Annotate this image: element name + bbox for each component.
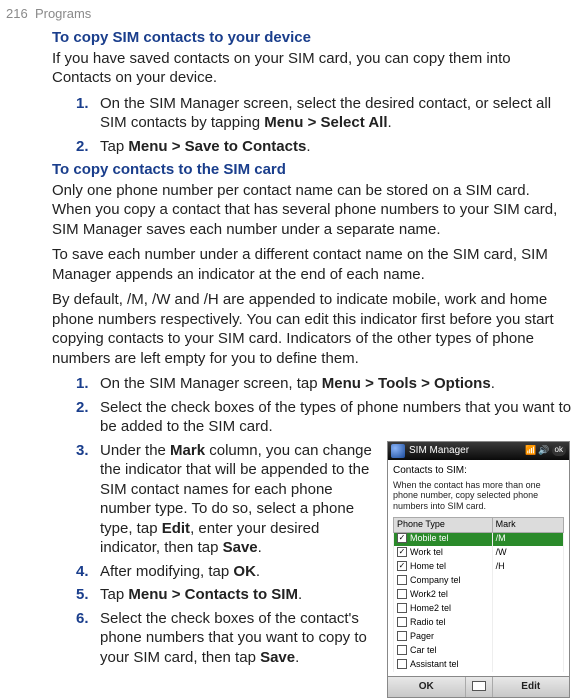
table-row[interactable]: Work2 tel	[394, 588, 564, 602]
checkbox[interactable]	[397, 631, 407, 641]
phone-type-label: Car tel	[410, 645, 437, 655]
checkbox[interactable]	[397, 659, 407, 669]
list-item: 5. Tap Menu > Contacts to SIM.	[76, 585, 377, 605]
para: Only one phone number per contact name c…	[52, 181, 572, 240]
mark-value	[492, 602, 563, 616]
mark-value	[492, 616, 563, 630]
list-number: 2.	[76, 137, 100, 157]
checkbox[interactable]	[397, 645, 407, 655]
col-mark[interactable]: Mark	[492, 517, 563, 532]
list-text: Under the Mark column, you can change th…	[100, 441, 377, 558]
list-number: 6.	[76, 609, 100, 668]
checkbox[interactable]	[397, 547, 407, 557]
mark-value: /W	[492, 546, 563, 560]
section-name: Programs	[35, 6, 91, 21]
volume-icon: 🔊	[538, 445, 549, 457]
heading-copy-to-sim: To copy contacts to the SIM card	[52, 160, 572, 180]
list-text: On the SIM Manager screen, select the de…	[100, 94, 572, 133]
list-text: On the SIM Manager screen, tap Menu > To…	[100, 374, 572, 394]
list-text: Select the check boxes of the contact's …	[100, 609, 377, 668]
para: By default, /M, /W and /H are appended t…	[52, 290, 572, 368]
para: To save each number under a different co…	[52, 245, 572, 284]
page-content: To copy SIM contacts to your device If y…	[52, 24, 572, 698]
phone-type-label: Work2 tel	[410, 589, 448, 599]
dialog-subtitle: Contacts to SIM:	[393, 464, 564, 477]
device-screenshot: SIM Manager 📶 🔊 ok Contacts to SIM: When…	[387, 441, 572, 699]
list-number: 1.	[76, 94, 100, 133]
phone-type-label: Radio tel	[410, 617, 446, 627]
ok-button[interactable]: ok	[552, 445, 566, 457]
dialog-description: When the contact has more than one phone…	[393, 480, 564, 512]
phone-type-label: Work tel	[410, 547, 443, 557]
checkbox[interactable]	[397, 561, 407, 571]
table-row[interactable]: Assistant tel	[394, 658, 564, 672]
intro-para-1: If you have saved contacts on your SIM c…	[52, 49, 572, 88]
softkey-ok[interactable]: OK	[388, 677, 465, 697]
phone-type-label: Mobile tel	[410, 533, 449, 543]
table-row[interactable]: Company tel	[394, 574, 564, 588]
list-number: 3.	[76, 441, 100, 558]
list-item: 3. Under the Mark column, you can change…	[76, 441, 377, 558]
list-item: 1. On the SIM Manager screen, tap Menu >…	[76, 374, 572, 394]
table-row[interactable]: Radio tel	[394, 616, 564, 630]
table-row[interactable]: Pager	[394, 630, 564, 644]
list-item: 1. On the SIM Manager screen, select the…	[76, 94, 572, 133]
checkbox[interactable]	[397, 603, 407, 613]
list-item: 2. Select the check boxes of the types o…	[76, 398, 572, 437]
phone-type-label: Home tel	[410, 561, 446, 571]
phone-type-label: Assistant tel	[410, 659, 459, 669]
softkey-bar: OK Edit	[388, 676, 569, 697]
table-row[interactable]: Work tel/W	[394, 546, 564, 560]
mark-value	[492, 630, 563, 644]
mark-value: /H	[492, 560, 563, 574]
table-row[interactable]: Car tel	[394, 644, 564, 658]
mark-value	[492, 588, 563, 602]
table-row[interactable]: Home2 tel	[394, 602, 564, 616]
mark-value	[492, 574, 563, 588]
checkbox[interactable]	[397, 575, 407, 585]
list-2-cont: 3. Under the Mark column, you can change…	[52, 441, 377, 699]
list-item: 2. Tap Menu > Save to Contacts.	[76, 137, 572, 157]
window-title: SIM Manager	[409, 444, 469, 457]
list-text: Tap Menu > Save to Contacts.	[100, 137, 572, 157]
list-2: 1. On the SIM Manager screen, tap Menu >…	[52, 374, 572, 437]
list-number: 1.	[76, 374, 100, 394]
mark-value	[492, 644, 563, 658]
sip-icon[interactable]	[465, 677, 493, 697]
page-header: 216 Programs	[6, 6, 91, 23]
col-phone-type[interactable]: Phone Type	[394, 517, 493, 532]
phone-type-label: Company tel	[410, 575, 461, 585]
checkbox[interactable]	[397, 589, 407, 599]
phone-type-label: Pager	[410, 631, 434, 641]
heading-copy-sim-to-device: To copy SIM contacts to your device	[52, 28, 572, 48]
mark-value: /M	[492, 532, 563, 546]
phone-type-label: Home2 tel	[410, 603, 451, 613]
list-text: Tap Menu > Contacts to SIM.	[100, 585, 377, 605]
page-number: 216	[6, 6, 28, 21]
list-item: 4. After modifying, tap OK.	[76, 562, 377, 582]
table-row[interactable]: Home tel/H	[394, 560, 564, 574]
list-text: Select the check boxes of the types of p…	[100, 398, 572, 437]
list-number: 5.	[76, 585, 100, 605]
window-titlebar: SIM Manager 📶 🔊 ok	[388, 442, 569, 460]
list-item: 6. Select the check boxes of the contact…	[76, 609, 377, 668]
list-1: 1. On the SIM Manager screen, select the…	[52, 94, 572, 157]
list-text: After modifying, tap OK.	[100, 562, 377, 582]
phone-type-table: Phone Type Mark Mobile tel/MWork tel/WHo…	[393, 517, 564, 672]
start-icon[interactable]	[391, 444, 405, 458]
list-number: 2.	[76, 398, 100, 437]
signal-icon: 📶	[525, 445, 536, 457]
softkey-edit[interactable]: Edit	[493, 677, 570, 697]
status-icons: 📶 🔊 ok	[525, 445, 566, 457]
table-row[interactable]: Mobile tel/M	[394, 532, 564, 546]
checkbox[interactable]	[397, 533, 407, 543]
list-number: 4.	[76, 562, 100, 582]
mark-value	[492, 658, 563, 672]
checkbox[interactable]	[397, 617, 407, 627]
